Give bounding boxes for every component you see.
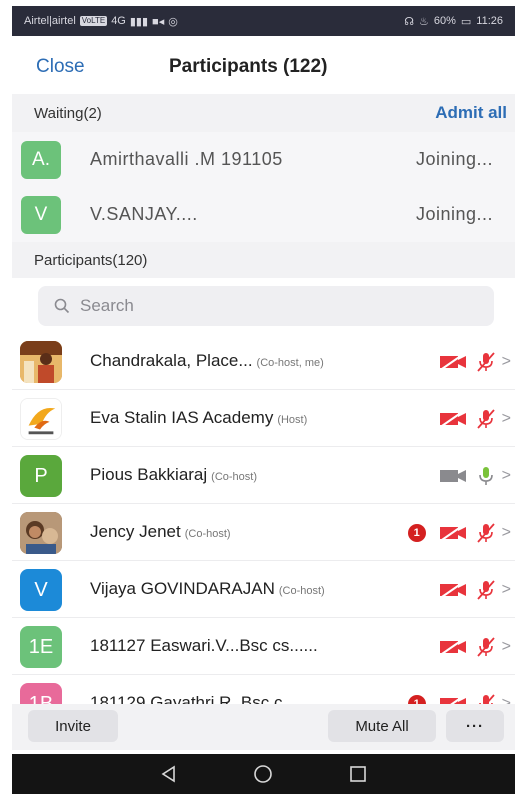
avatar: 1E xyxy=(20,626,62,668)
participant-row[interactable]: Eva Stalin IAS Academy (Host) > xyxy=(12,390,515,447)
participant-name-line: Pious Bakkiaraj (Co-host) xyxy=(90,465,257,485)
mic-off-icon[interactable] xyxy=(474,407,498,431)
participant-name: Eva Stalin IAS Academy xyxy=(90,408,274,427)
mic-off-icon[interactable] xyxy=(474,578,498,602)
participant-role: (Host) xyxy=(277,414,308,426)
participant-row[interactable]: P Pious Bakkiaraj (Co-host) > xyxy=(12,447,515,504)
status-bar-right: ☊ ♨ 60% ▭ 11:26 xyxy=(404,15,503,28)
system-nav-bar xyxy=(12,754,515,794)
chevron-right-icon: > xyxy=(501,638,511,655)
speed-icon: ♨ xyxy=(418,15,429,28)
video-off-icon[interactable] xyxy=(438,409,468,429)
participant-controls: 1 > xyxy=(407,520,511,546)
close-button[interactable]: Close xyxy=(36,56,85,78)
search-container: Search xyxy=(12,278,515,333)
signal-icon: ▮▮▮ xyxy=(129,15,149,28)
network-type: 4G xyxy=(111,15,126,27)
clock: 11:26 xyxy=(476,15,503,27)
bottom-toolbar: Invite Mute All ··· xyxy=(12,704,515,750)
participant-row[interactable]: V Vijaya GOVINDARAJAN (Co-host) > xyxy=(12,561,515,618)
waiting-status: Joining... xyxy=(415,149,493,169)
mic-off-icon[interactable] xyxy=(474,350,498,374)
participant-role: (Co-host, me) xyxy=(256,357,324,369)
chevron-right-icon: > xyxy=(501,467,511,484)
participant-name: Chandrakala, Place... xyxy=(90,351,253,370)
video-off-icon[interactable] xyxy=(438,580,468,600)
waiting-status: Joining... xyxy=(415,204,493,224)
battery-icon: ▭ xyxy=(460,15,472,28)
invite-button[interactable]: Invite xyxy=(28,710,118,742)
battery-percent: 60% xyxy=(433,15,456,27)
participant-name: Vijaya GOVINDARAJAN xyxy=(90,579,275,598)
participant-role: (Co-host) xyxy=(278,585,325,597)
participant-controls: > xyxy=(438,406,511,432)
participant-name: Pious Bakkiaraj xyxy=(90,465,208,484)
waiting-name: Amirthavalli .M 191105 xyxy=(90,149,283,169)
avatar xyxy=(20,398,62,440)
app-frame: Airtel|airtel VoLTE 4G ▮▮▮ ■◂ ◎ ☊ ♨ 60% … xyxy=(12,6,515,794)
avatar: A. xyxy=(21,140,61,179)
mic-off-icon[interactable] xyxy=(474,521,498,545)
avatar xyxy=(20,512,62,554)
avatar xyxy=(20,341,62,383)
recents-icon[interactable] xyxy=(348,764,368,784)
avatar: V xyxy=(21,195,61,234)
avatar: P xyxy=(20,455,62,497)
participant-controls: > xyxy=(438,634,511,660)
participant-row[interactable]: Chandrakala, Place... (Co-host, me) > xyxy=(12,333,515,390)
mic-icon[interactable] xyxy=(474,464,498,488)
participant-name-line: Vijaya GOVINDARAJAN (Co-host) xyxy=(90,579,325,599)
video-off-icon[interactable] xyxy=(438,637,468,657)
page-title: Participants (122) xyxy=(169,56,328,77)
participant-row[interactable]: Jency Jenet (Co-host) 1 > xyxy=(12,504,515,561)
volte-chip: VoLTE xyxy=(79,16,108,26)
participant-name-line: Jency Jenet (Co-host) xyxy=(90,522,231,542)
mute-all-button[interactable]: Mute All xyxy=(328,710,436,742)
participant-name-line: Eva Stalin IAS Academy (Host) xyxy=(90,408,307,428)
waiting-name: V.SANJAY.... xyxy=(90,204,198,224)
headset-icon: ☊ xyxy=(404,15,414,28)
chevron-right-icon: > xyxy=(501,410,511,427)
waiting-row[interactable]: A. Amirthavalli .M 191105 Joining... xyxy=(12,132,515,187)
header: Close Participants (122) xyxy=(12,36,515,94)
whatsapp-icon: ◎ xyxy=(168,15,178,28)
participant-role: (Co-host) xyxy=(211,471,258,483)
waiting-section-header: Waiting(2) Admit all xyxy=(12,94,515,132)
video-icon[interactable] xyxy=(438,466,468,486)
participant-name-line: Chandrakala, Place... (Co-host, me) xyxy=(90,351,324,371)
back-icon[interactable] xyxy=(159,764,179,784)
waiting-row[interactable]: V V.SANJAY.... Joining... xyxy=(12,187,515,242)
video-off-icon[interactable] xyxy=(438,352,468,372)
search-placeholder: Search xyxy=(80,296,134,315)
mic-off-icon[interactable] xyxy=(474,635,498,659)
search-input[interactable]: Search xyxy=(38,286,494,326)
more-options-button[interactable]: ··· xyxy=(446,710,504,742)
participant-role: (Co-host) xyxy=(184,528,231,540)
participant-controls: > xyxy=(438,463,511,489)
participant-controls: > xyxy=(438,577,511,603)
chevron-right-icon: > xyxy=(501,581,511,598)
chevron-right-icon: > xyxy=(501,353,511,370)
chat-count-badge: 1 xyxy=(407,524,426,542)
video-off-icon[interactable] xyxy=(438,523,468,543)
participant-name: 181127 Easwari.V...Bsc cs...... xyxy=(90,636,318,655)
participant-controls: > xyxy=(438,349,511,375)
carrier-label: Airtel|airtel xyxy=(24,15,76,27)
participants-section-header: Participants(120) xyxy=(12,242,515,278)
participants-heading: Participants(120) xyxy=(34,251,148,269)
waiting-heading: Waiting(2) xyxy=(34,104,102,122)
participant-name-line: 181127 Easwari.V...Bsc cs...... xyxy=(90,636,318,656)
video-call-icon: ■◂ xyxy=(152,15,165,28)
participant-row[interactable]: 1E 181127 Easwari.V...Bsc cs...... > xyxy=(12,618,515,675)
status-bar: Airtel|airtel VoLTE 4G ▮▮▮ ■◂ ◎ ☊ ♨ 60% … xyxy=(12,6,515,36)
chevron-right-icon: > xyxy=(501,524,511,541)
status-bar-left: Airtel|airtel VoLTE 4G ▮▮▮ ■◂ ◎ xyxy=(24,15,404,28)
search-icon xyxy=(54,298,70,314)
participant-name: Jency Jenet xyxy=(90,522,181,541)
home-icon[interactable] xyxy=(252,763,274,785)
avatar: V xyxy=(20,569,62,611)
admit-all-button[interactable]: Admit all xyxy=(435,103,507,123)
